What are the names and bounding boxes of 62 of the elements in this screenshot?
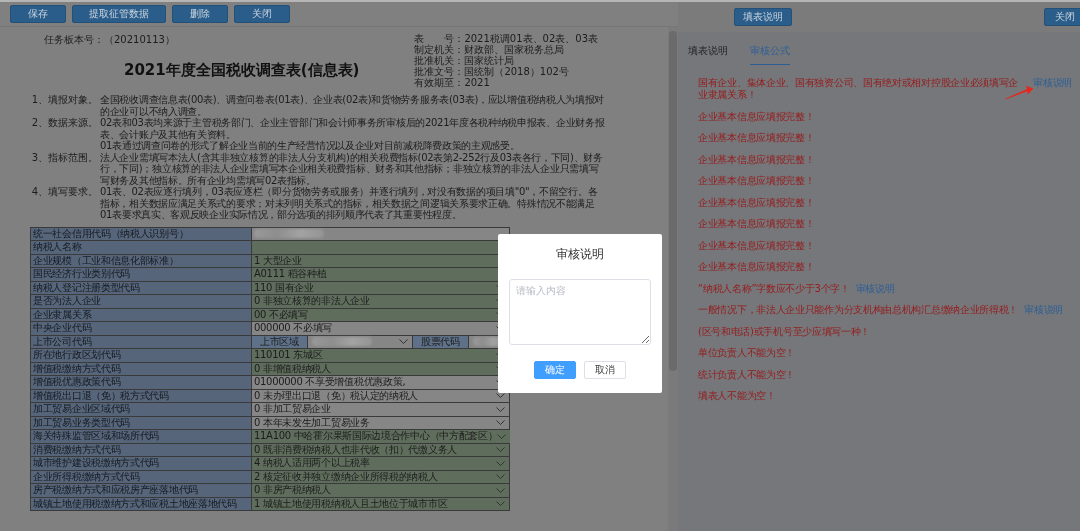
- info-line: 制定机关：财政部、国家税务总局: [414, 44, 566, 55]
- field-label: 房产税缴纳方式和应税房产座落地代码: [31, 484, 252, 497]
- validation-message: 企业基本信息应填报完整！: [698, 132, 815, 144]
- toolbar-button[interactable]: 关闭: [1044, 8, 1080, 26]
- instruction-label: 2、数据来源。: [30, 117, 99, 130]
- validation-message: 企业基本信息应填报完整！: [698, 110, 815, 123]
- confirm-button[interactable]: 确定: [534, 361, 576, 379]
- select-field[interactable]: 11A100 中哈霍尔果斯国际边境合作中心（中方配套区）: [252, 430, 511, 443]
- instruction-text: 01表通过调查问卷的形式了解企业当前的生产经营情况以及企业对目前减税降费政策的主观感受。: [100, 140, 521, 152]
- tab[interactable]: 填表说明: [688, 40, 728, 65]
- validation-message: 统计负责人不能为空！: [698, 368, 795, 381]
- toolbar-button[interactable]: 删除: [172, 5, 228, 23]
- validation-message: “纳税人名称”字数应不少于3个字！: [698, 282, 850, 295]
- validation-message: 企业基本信息应填报完整！: [698, 196, 815, 209]
- field-label: 中央企业代码: [31, 322, 252, 335]
- toolbar-button[interactable]: 填表说明: [734, 8, 792, 26]
- chevron-icon: [398, 339, 408, 345]
- task-version: 任务板本号：（20210113）: [44, 33, 176, 47]
- validation-message: 企业基本信息应填报完整！: [698, 261, 815, 273]
- toolbar-button[interactable]: 保存: [10, 5, 66, 23]
- field-label: 是否为法人企业: [31, 295, 252, 308]
- input-field[interactable]: [252, 227, 509, 240]
- instruction-text: 的企业可以不纳入调查。: [100, 105, 208, 117]
- select-field[interactable]: 0 非加工贸易企业: [252, 403, 509, 416]
- info-line: 有效期至：2021: [414, 77, 490, 88]
- validation-message: 国有企业、集体企业、国有独资公司、国有绝对或相对控股企业必须填写企业隶属关系！: [698, 77, 1020, 101]
- instruction-label: 4、填写要求。: [30, 186, 99, 199]
- toolbar-button[interactable]: 关闭: [234, 5, 290, 23]
- instruction-text: 指标，相关数据应满足关系式的要求；对未列明关系式的指标，相关数据之间逻辑关系要求正确。特殊情况不能满足: [100, 197, 596, 209]
- instruction-label: 1、填报对象。: [30, 94, 99, 107]
- toolbar-button[interactable]: 提取征管数据: [72, 5, 166, 23]
- instruction-text: 全国税收调查信息表(00表)、调查问卷表(01表)、企业表(02表)和货物劳务服务表(03表)，应以增值税纳税人为填报对: [100, 94, 606, 106]
- validation-message: 填表人不能为空！: [698, 390, 776, 402]
- instruction-text: 法人企业需填写本法人(含其非独立核算的非法人分支机构)的相关税费指标(02表第2-252行及03表各行，下同)、财务: [100, 151, 604, 163]
- field-label: 增值税优惠政策代码: [31, 376, 252, 389]
- field-label: 纳税人名称: [31, 241, 252, 254]
- field-label: 城市维护建设税缴纳方式代码: [31, 457, 252, 470]
- instruction-text: 01表、02表应逐行填列，03表应逐栏（即分货物劳务或服务）并逐行填列，对没有数据的项目填"0"，不留空行。各: [100, 186, 599, 198]
- input-field[interactable]: 请输入内容: [509, 279, 651, 345]
- info-line: 批准文号：国统制（2018）102号: [414, 66, 570, 77]
- field-label: 海关特殊监管区域和场所代码: [31, 430, 252, 443]
- validation-message: 企业基本信息应填报完整！: [698, 239, 815, 252]
- instruction-text: 01表要求真实、客观反映企业实际情况，部分选项的排列顺序代表了其重要性程度。: [100, 209, 462, 221]
- info-line: 表 号：2021税调01表、02表、03表: [414, 33, 598, 44]
- instruction-text: 写财务及其他指标。所有企业均需填写02表指标。: [100, 174, 317, 186]
- instruction-text: 02表和03表均来源于主管税务部门、企业主管部门和会计师事务所审核后的2021年度各税种纳税申报表、企业财务报: [100, 117, 606, 129]
- form-title: 2021年度全国税收调查表(信息表): [123, 61, 360, 80]
- instruction-label: 3、指标范围。: [30, 151, 99, 165]
- validation-message: 企业基本信息应填报完整！: [698, 218, 815, 230]
- instruction-text: 表、会计账户及其他有关资料。: [100, 128, 237, 140]
- cancel-button[interactable]: 取消: [584, 361, 626, 379]
- dialog-title: 审核说明: [556, 246, 604, 263]
- blurred-value: [254, 229, 324, 239]
- field-label: 所在地行政区划代码: [31, 349, 252, 362]
- validation-message: 企业基本信息应填报完整！: [698, 153, 815, 166]
- validation-message: 单位负责人不能为空！: [698, 347, 795, 359]
- field-label: 国民经济行业类别代码: [31, 268, 252, 281]
- validation-message: 企业基本信息应填报完整！: [698, 175, 815, 187]
- info-line: 批准机关：国家统计局: [414, 55, 515, 66]
- field-label: 加工贸易企业区域代码: [31, 403, 252, 416]
- instruction-text: 行，下同)；独立核算的非法人企业需填写本企业相关税费指标、财务和其他指标；非独立核算的非法人企业只需填写: [100, 163, 599, 175]
- select-field[interactable]: 0 非房产税纳税人: [252, 484, 509, 497]
